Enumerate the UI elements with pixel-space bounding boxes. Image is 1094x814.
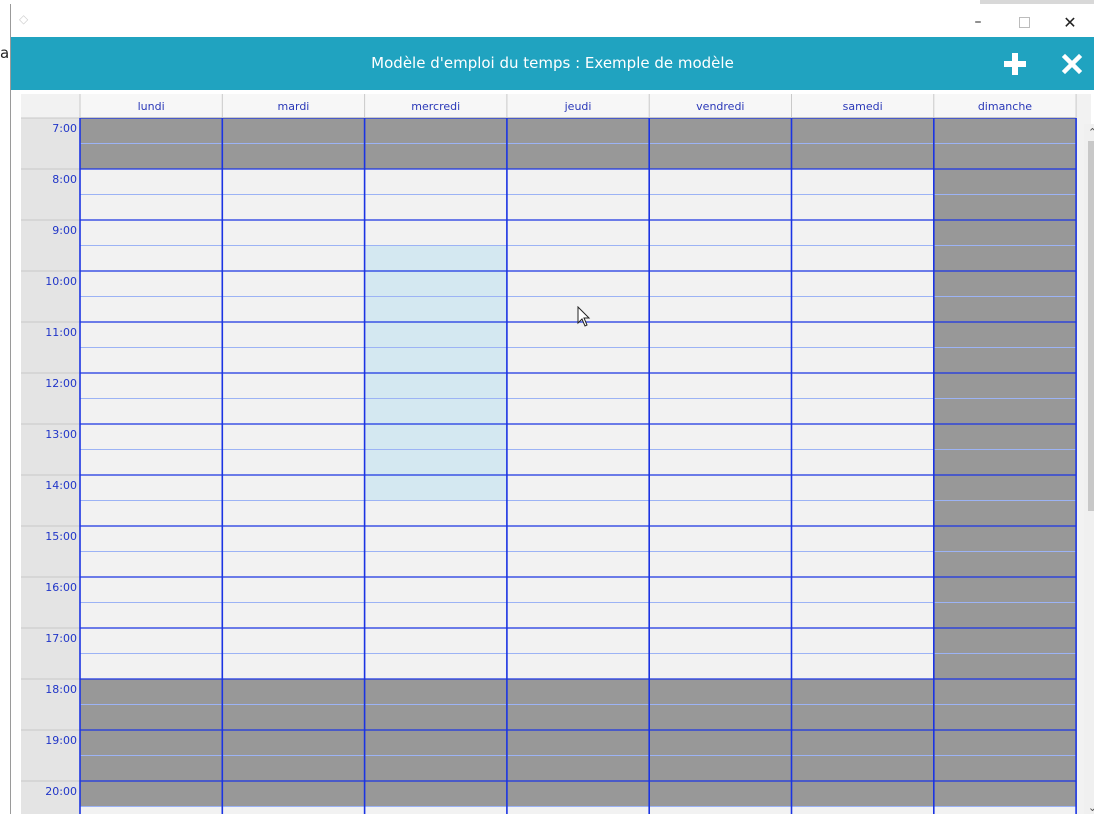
blocked-slot-samedi[interactable] [791, 679, 934, 807]
hour-label: 14:00 [45, 479, 77, 492]
minimize-button[interactable]: – [955, 8, 1001, 36]
day-header-vendredi[interactable]: vendredi [696, 100, 744, 113]
blocked-slot-jeudi[interactable] [506, 679, 650, 807]
hour-label: 11:00 [45, 326, 77, 339]
day-header-mercredi[interactable]: mercredi [411, 100, 460, 113]
scrollbar-thumb[interactable] [1088, 141, 1094, 511]
hour-label: 16:00 [45, 581, 77, 594]
hour-label: 7:00 [52, 122, 77, 135]
hour-label: 13:00 [45, 428, 77, 441]
background-text: a [0, 44, 10, 62]
maximize-icon [1018, 16, 1030, 28]
hour-label: 19:00 [45, 734, 77, 747]
window-titlebar[interactable]: ◇ – ✕ [11, 4, 1094, 37]
screen: a ◇ – ✕ Modèle d'emploi du temps : Exemp… [0, 0, 1094, 814]
hour-label: 12:00 [45, 377, 77, 390]
hour-label: 17:00 [45, 632, 77, 645]
scroll-down-icon[interactable]: ⌄ [1084, 799, 1094, 814]
weekly-schedule-grid[interactable]: lundi mardi mercredi jeudi vendredi samedi dim… [21, 94, 1094, 814]
blocked-slot-vendredi[interactable] [649, 679, 792, 807]
vertical-scrollbar[interactable]: ⌃ ⌄ [1084, 124, 1094, 814]
hour-label: 20:00 [45, 785, 77, 798]
schedule-grid-canvas[interactable]: lundi mardi mercredi jeudi vendredi samedi dim… [21, 94, 1084, 814]
day-header-samedi[interactable]: samedi [843, 100, 883, 113]
day-header-dimanche[interactable]: dimanche [978, 100, 1032, 113]
add-button[interactable] [998, 47, 1032, 81]
day-header-lundi[interactable]: lundi [138, 100, 165, 113]
hour-label: 8:00 [52, 173, 77, 186]
day-header-mardi[interactable]: mardi [278, 100, 310, 113]
window-close-button[interactable]: ✕ [1047, 8, 1093, 36]
window-close-icon: ✕ [1063, 12, 1077, 32]
close-template-button[interactable] [1055, 47, 1089, 81]
minimize-icon: – [974, 14, 982, 30]
time-column [21, 118, 80, 814]
hour-label: 18:00 [45, 683, 77, 696]
dialog-title: Modèle d'emploi du temps : Exemple de mo… [371, 54, 734, 72]
hour-label: 9:00 [52, 224, 77, 237]
maximize-button[interactable] [1001, 8, 1047, 36]
close-icon [1061, 53, 1083, 75]
dialog-header: Modèle d'emploi du temps : Exemple de mo… [11, 37, 1094, 90]
blocked-slot-dimanche[interactable] [933, 679, 1077, 807]
mouse-pointer-icon [577, 305, 591, 332]
scroll-up-icon[interactable]: ⌃ [1084, 124, 1094, 142]
blocked-slot-lundi[interactable] [80, 679, 223, 807]
blocked-slot-mercredi[interactable] [364, 679, 507, 807]
hour-label: 15:00 [45, 530, 77, 543]
app-icon: ◇ [19, 12, 29, 26]
schedule-template-window: ◇ – ✕ Modèle d'emploi du temps : Exemple… [10, 4, 1094, 814]
blocked-slot-mardi[interactable] [222, 679, 365, 807]
hour-label: 10:00 [45, 275, 77, 288]
plus-icon [1004, 53, 1026, 75]
day-header-jeudi[interactable]: jeudi [564, 100, 592, 113]
